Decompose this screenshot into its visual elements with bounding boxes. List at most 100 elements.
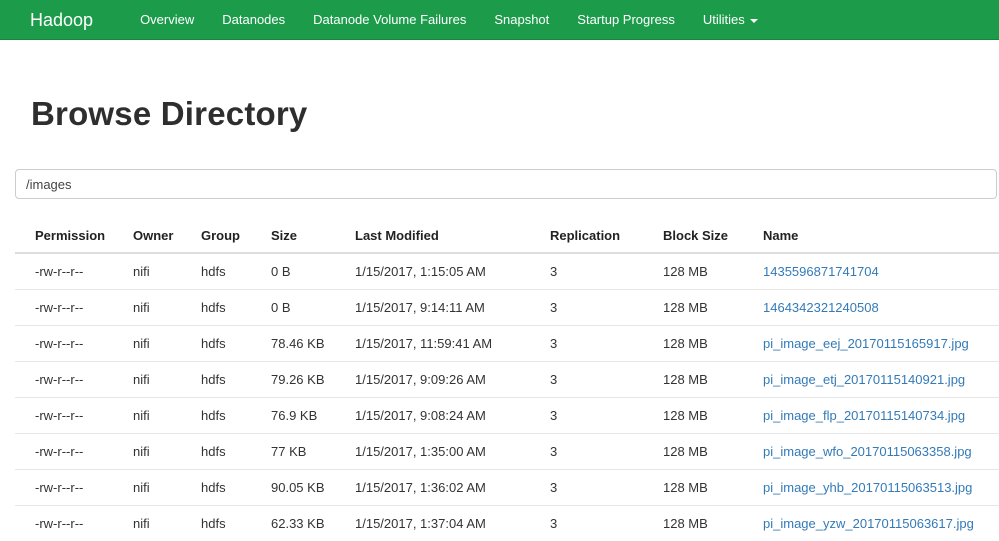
cell-block-size: 128 MB bbox=[655, 253, 755, 290]
page-title: Browse Directory bbox=[31, 95, 999, 133]
cell-modified: 1/15/2017, 11:59:41 AM bbox=[347, 326, 542, 362]
cell-block-size: 128 MB bbox=[655, 398, 755, 434]
cell-size: 76.9 KB bbox=[263, 398, 347, 434]
cell-permission: -rw-r--r-- bbox=[15, 506, 125, 541]
file-link[interactable]: pi_image_wfo_20170115063358.jpg bbox=[763, 444, 972, 459]
nav-item-datanode-volume-failures[interactable]: Datanode Volume Failures bbox=[299, 0, 480, 39]
cell-block-size: 128 MB bbox=[655, 434, 755, 470]
nav-item-overview[interactable]: Overview bbox=[126, 0, 208, 39]
cell-permission: -rw-r--r-- bbox=[15, 434, 125, 470]
column-header-owner: Owner bbox=[125, 219, 193, 253]
cell-name: pi_image_yzw_20170115063617.jpg bbox=[755, 506, 999, 541]
navbar-menu: Overview Datanodes Datanode Volume Failu… bbox=[126, 0, 772, 39]
cell-permission: -rw-r--r-- bbox=[15, 290, 125, 326]
cell-size: 77 KB bbox=[263, 434, 347, 470]
nav-item-startup-progress[interactable]: Startup Progress bbox=[563, 0, 689, 39]
cell-size: 90.05 KB bbox=[263, 470, 347, 506]
cell-name: pi_image_yhb_20170115063513.jpg bbox=[755, 470, 999, 506]
directory-path-input[interactable] bbox=[15, 169, 997, 199]
cell-modified: 1/15/2017, 1:35:00 AM bbox=[347, 434, 542, 470]
cell-block-size: 128 MB bbox=[655, 362, 755, 398]
table-row: -rw-r--r-- nifi hdfs 79.26 KB 1/15/2017,… bbox=[15, 362, 999, 398]
cell-size: 0 B bbox=[263, 290, 347, 326]
cell-modified: 1/15/2017, 9:08:24 AM bbox=[347, 398, 542, 434]
cell-name: 1435596871741704 bbox=[755, 253, 999, 290]
cell-permission: -rw-r--r-- bbox=[15, 470, 125, 506]
cell-replication: 3 bbox=[542, 470, 655, 506]
cell-replication: 3 bbox=[542, 398, 655, 434]
cell-replication: 3 bbox=[542, 362, 655, 398]
table-row: -rw-r--r-- nifi hdfs 78.46 KB 1/15/2017,… bbox=[15, 326, 999, 362]
file-link[interactable]: pi_image_flp_20170115140734.jpg bbox=[763, 408, 965, 423]
column-header-block-size: Block Size bbox=[655, 219, 755, 253]
file-link[interactable]: pi_image_etj_20170115140921.jpg bbox=[763, 372, 965, 387]
cell-group: hdfs bbox=[193, 362, 263, 398]
cell-block-size: 128 MB bbox=[655, 290, 755, 326]
cell-permission: -rw-r--r-- bbox=[15, 398, 125, 434]
cell-block-size: 128 MB bbox=[655, 506, 755, 541]
cell-owner: nifi bbox=[125, 470, 193, 506]
table-row: -rw-r--r-- nifi hdfs 62.33 KB 1/15/2017,… bbox=[15, 506, 999, 541]
cell-modified: 1/15/2017, 1:15:05 AM bbox=[347, 253, 542, 290]
cell-owner: nifi bbox=[125, 253, 193, 290]
nav-item-snapshot[interactable]: Snapshot bbox=[480, 0, 563, 39]
cell-group: hdfs bbox=[193, 506, 263, 541]
cell-permission: -rw-r--r-- bbox=[15, 253, 125, 290]
column-header-replication: Replication bbox=[542, 219, 655, 253]
cell-owner: nifi bbox=[125, 506, 193, 541]
cell-size: 79.26 KB bbox=[263, 362, 347, 398]
column-header-group: Group bbox=[193, 219, 263, 253]
nav-item-datanodes[interactable]: Datanodes bbox=[208, 0, 299, 39]
column-header-name: Name bbox=[755, 219, 999, 253]
cell-owner: nifi bbox=[125, 290, 193, 326]
file-link[interactable]: pi_image_yhb_20170115063513.jpg bbox=[763, 480, 972, 495]
file-link[interactable]: 1435596871741704 bbox=[763, 264, 879, 279]
page-content: Browse Directory Permission Owner Group … bbox=[0, 95, 999, 541]
top-navbar: Hadoop Overview Datanodes Datanode Volum… bbox=[0, 0, 999, 40]
cell-block-size: 128 MB bbox=[655, 326, 755, 362]
column-header-permission: Permission bbox=[15, 219, 125, 253]
cell-replication: 3 bbox=[542, 506, 655, 541]
cell-name: pi_image_etj_20170115140921.jpg bbox=[755, 362, 999, 398]
cell-size: 78.46 KB bbox=[263, 326, 347, 362]
cell-owner: nifi bbox=[125, 434, 193, 470]
cell-replication: 3 bbox=[542, 326, 655, 362]
file-link[interactable]: 1464342321240508 bbox=[763, 300, 879, 315]
cell-modified: 1/15/2017, 1:36:02 AM bbox=[347, 470, 542, 506]
cell-modified: 1/15/2017, 9:09:26 AM bbox=[347, 362, 542, 398]
cell-group: hdfs bbox=[193, 434, 263, 470]
cell-block-size: 128 MB bbox=[655, 470, 755, 506]
table-row: -rw-r--r-- nifi hdfs 76.9 KB 1/15/2017, … bbox=[15, 398, 999, 434]
nav-item-utilities-label: Utilities bbox=[703, 12, 745, 27]
cell-owner: nifi bbox=[125, 362, 193, 398]
cell-group: hdfs bbox=[193, 470, 263, 506]
cell-replication: 3 bbox=[542, 253, 655, 290]
cell-group: hdfs bbox=[193, 398, 263, 434]
table-row: -rw-r--r-- nifi hdfs 77 KB 1/15/2017, 1:… bbox=[15, 434, 999, 470]
cell-size: 0 B bbox=[263, 253, 347, 290]
cell-group: hdfs bbox=[193, 326, 263, 362]
table-row: -rw-r--r-- nifi hdfs 0 B 1/15/2017, 9:14… bbox=[15, 290, 999, 326]
cell-name: 1464342321240508 bbox=[755, 290, 999, 326]
column-header-size: Size bbox=[263, 219, 347, 253]
cell-permission: -rw-r--r-- bbox=[15, 362, 125, 398]
file-link[interactable]: pi_image_yzw_20170115063617.jpg bbox=[763, 516, 974, 531]
file-link[interactable]: pi_image_eej_20170115165917.jpg bbox=[763, 336, 969, 351]
cell-replication: 3 bbox=[542, 434, 655, 470]
navbar-brand: Hadoop bbox=[0, 0, 108, 39]
cell-owner: nifi bbox=[125, 398, 193, 434]
cell-name: pi_image_flp_20170115140734.jpg bbox=[755, 398, 999, 434]
table-header-row: Permission Owner Group Size Last Modifie… bbox=[15, 219, 999, 253]
cell-name: pi_image_eej_20170115165917.jpg bbox=[755, 326, 999, 362]
cell-modified: 1/15/2017, 1:37:04 AM bbox=[347, 506, 542, 541]
cell-name: pi_image_wfo_20170115063358.jpg bbox=[755, 434, 999, 470]
column-header-last-modified: Last Modified bbox=[347, 219, 542, 253]
cell-permission: -rw-r--r-- bbox=[15, 326, 125, 362]
cell-size: 62.33 KB bbox=[263, 506, 347, 541]
cell-group: hdfs bbox=[193, 253, 263, 290]
table-row: -rw-r--r-- nifi hdfs 0 B 1/15/2017, 1:15… bbox=[15, 253, 999, 290]
nav-item-utilities-dropdown[interactable]: Utilities bbox=[689, 0, 772, 39]
cell-modified: 1/15/2017, 9:14:11 AM bbox=[347, 290, 542, 326]
cell-group: hdfs bbox=[193, 290, 263, 326]
directory-listing-table: Permission Owner Group Size Last Modifie… bbox=[15, 219, 999, 541]
